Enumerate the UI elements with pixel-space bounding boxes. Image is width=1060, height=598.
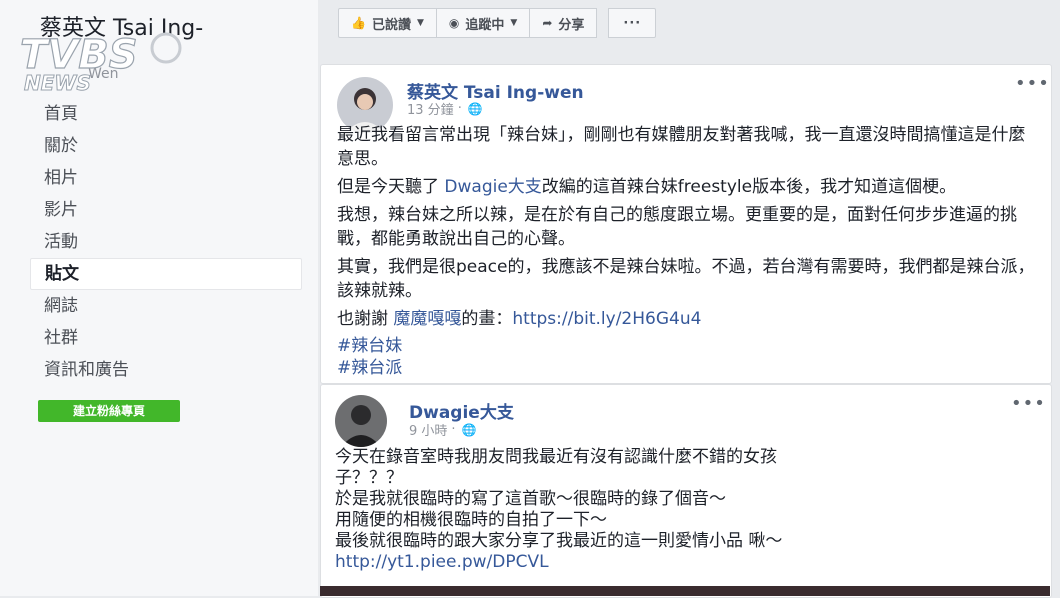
post-paragraph: 最近我看留言常出現「辣台妹」，剛剛也有媒體朋友對著我喊，我一直還沒時間搞懂這是什…: [337, 125, 1026, 169]
nav-item-posts[interactable]: 貼文: [30, 258, 302, 290]
post-paragraph: 其實，我們是很peace的，我應該不是辣台妹啦。不過，若台灣有需要時，我們都是辣…: [337, 257, 1035, 301]
text: 也謝謝: [337, 309, 394, 329]
post-line: 於是我就很臨時的寫了這首歌～很臨時的錄了個音～: [335, 489, 726, 509]
post-line: 最後就很臨時的跟大家分享了我最近的這一則愛情小品 啾～: [335, 531, 783, 551]
share-label: 分享: [558, 17, 585, 33]
post-url[interactable]: http://yt1.piee.pw/DPCVL: [335, 552, 1035, 573]
rss-icon: ◉: [448, 16, 460, 30]
create-page-button[interactable]: 建立粉絲專頁: [38, 400, 180, 422]
post-meta: 9 小時 · 🌐: [409, 420, 477, 439]
share-arrow-icon: ➦: [542, 16, 553, 30]
nav-item-about[interactable]: 關於: [30, 130, 302, 162]
post-timestamp[interactable]: 13 分鐘: [407, 99, 454, 118]
globe-icon: 🌐: [461, 422, 477, 437]
post-line: 今天在錄音室時我朋友問我最近有沒有認識什麼不錯的女孩: [335, 447, 777, 467]
share-button[interactable]: ➦ 分享: [529, 8, 598, 38]
post-paragraph: 也謝謝 魔魔嘎嘎的畫：https://bit.ly/2H6G4u4: [337, 307, 1037, 331]
mention-link[interactable]: 魔魔嘎嘎: [393, 309, 461, 329]
post-url[interactable]: https://bit.ly/2H6G4u4: [512, 309, 701, 329]
following-button[interactable]: ◉ 追蹤中 ▼: [435, 8, 531, 38]
chevron-down-icon: ▼: [416, 18, 424, 28]
chevron-down-icon: ▼: [510, 18, 518, 28]
shared-post-card: Dwagie大支 9 小時 · 🌐 ••• 今天在錄音室時我朋友問我最近有沒有認…: [320, 384, 1052, 598]
nav-item-events[interactable]: 活動: [30, 226, 302, 258]
text: 但是今天聽了: [337, 177, 445, 197]
liked-button[interactable]: 👍 已說讚 ▼: [338, 8, 437, 38]
hashtag-link[interactable]: #辣台派: [337, 357, 1037, 379]
nav-item-info-and-ads[interactable]: 資訊和廣告: [30, 354, 302, 386]
post-timestamp[interactable]: 9 小時: [409, 420, 447, 439]
post-options-icon[interactable]: •••: [1011, 393, 1046, 414]
post-meta: 13 分鐘 · 🌐: [407, 99, 483, 118]
separator: ·: [457, 101, 462, 116]
avatar[interactable]: [335, 395, 387, 447]
post-paragraph: 我想，辣台妹之所以辣，是在於有自己的態度跟立場。更重要的是，面對任何步步進逼的挑…: [337, 205, 1017, 249]
page-action-bar: 👍 已說讚 ▼ ◉ 追蹤中 ▼ ➦ 分享 ···: [338, 8, 657, 38]
nav-item-photos[interactable]: 相片: [30, 162, 302, 194]
more-options-button[interactable]: ···: [608, 8, 657, 38]
thumbs-up-icon: 👍: [351, 16, 366, 30]
post-line: 用隨便的相機很臨時的自拍了一下～: [335, 510, 607, 530]
video-thumbnail[interactable]: [320, 586, 1050, 596]
post-paragraph: 但是今天聽了 Dwagie大支改編的這首辣台妹freestyle版本後，我才知道…: [337, 175, 1037, 199]
post-line: 子？？？: [335, 468, 403, 488]
post-options-icon[interactable]: •••: [1015, 73, 1050, 94]
mention-link[interactable]: Dwagie大支: [444, 177, 541, 197]
nav-item-videos[interactable]: 影片: [30, 194, 302, 226]
nav-item-community[interactable]: 社群: [30, 322, 302, 354]
text: 改編的這首辣台妹freestyle版本後，我才知道這個梗。: [541, 177, 957, 197]
post-body: 今天在錄音室時我朋友問我最近有沒有認識什麼不錯的女孩 子？？？ 於是我就很臨時的…: [335, 447, 1035, 573]
liked-label: 已說讚: [371, 17, 411, 33]
post-body: 最近我看留言常出現「辣台妹」，剛剛也有媒體朋友對著我喊，我一直還沒時間搞懂這是什…: [337, 123, 1037, 379]
globe-icon: 🌐: [467, 101, 483, 116]
svg-text:NEWS: NEWS: [24, 71, 91, 94]
nav-item-notes[interactable]: 網誌: [30, 290, 302, 322]
hashtag-link[interactable]: #辣台妹: [337, 335, 1037, 357]
sidebar-nav: 首頁 關於 相片 影片 活動 貼文 網誌 社群 資訊和廣告: [30, 98, 302, 386]
separator: ·: [451, 422, 456, 437]
text: 的畫：: [461, 309, 513, 329]
left-sidebar: 蔡英文 Tsai Ing- Wen TVBS NEWS 首頁 關於 相片 影片 …: [0, 0, 318, 596]
post-card: 蔡英文 Tsai Ing-wen 13 分鐘 · 🌐 ••• 最近我看留言常出現…: [320, 64, 1052, 384]
following-label: 追蹤中: [465, 17, 505, 33]
nav-item-home[interactable]: 首頁: [30, 98, 302, 130]
tvbs-logo: TVBS NEWS: [19, 31, 182, 94]
